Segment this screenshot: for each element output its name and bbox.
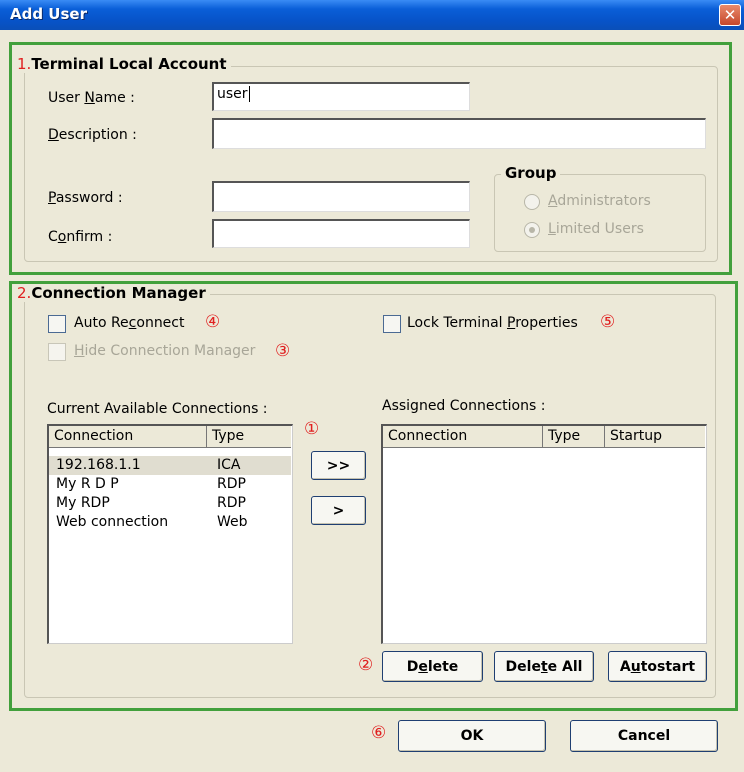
close-button[interactable]: ✕ — [719, 4, 741, 26]
available-connections-label: Current Available Connections : — [47, 401, 268, 417]
available-row-name: My R D P — [56, 476, 119, 492]
available-connections-list[interactable]: Connection Type 192.168.1.1 ICA My R D P… — [47, 424, 293, 644]
username-label: User Name : — [48, 90, 135, 106]
close-icon: ✕ — [723, 5, 737, 24]
radio-administrators-circle — [524, 194, 540, 210]
assigned-connections-label: Assigned Connections : — [382, 398, 546, 414]
lock-terminal-box — [383, 315, 401, 333]
delete-all-button[interactable]: Delete All — [494, 651, 594, 682]
terminal-section-title: 1.Terminal Local Account — [13, 55, 231, 73]
password-field[interactable] — [212, 181, 470, 212]
assigned-header-startup[interactable]: Startup — [605, 426, 705, 448]
username-value: user — [217, 86, 248, 102]
lock-terminal-checkbox[interactable]: Lock Terminal Properties — [383, 314, 603, 336]
transfer-buttons-marker: ① — [304, 419, 320, 439]
radio-limited-users-circle — [524, 222, 540, 238]
radio-administrators-label: Administrators — [548, 193, 651, 209]
connection-section-number: 2. — [17, 284, 32, 302]
confirm-label: Confirm : — [48, 229, 113, 245]
assigned-header-connection[interactable]: Connection — [383, 426, 543, 448]
cancel-button[interactable]: Cancel — [570, 720, 718, 752]
lock-terminal-marker: ⑤ — [600, 312, 616, 332]
autostart-button[interactable]: Autostart — [608, 651, 707, 682]
action-buttons-marker: ② — [358, 655, 374, 675]
hide-connection-manager-checkbox[interactable]: Hide Connection Manager — [48, 342, 278, 364]
lock-terminal-label: Lock Terminal Properties — [407, 315, 578, 331]
add-user-dialog: Add User ✕ 1.Terminal Local Account User… — [0, 0, 744, 772]
confirm-field[interactable] — [212, 219, 470, 248]
available-row-type: Web — [217, 514, 248, 530]
auto-reconnect-marker: ④ — [205, 312, 221, 332]
hide-connection-manager-label: Hide Connection Manager — [74, 343, 256, 359]
assigned-connections-list[interactable]: Connection Type Startup — [381, 424, 707, 644]
title-bar[interactable]: Add User ✕ — [0, 0, 744, 30]
ok-button[interactable]: OK — [398, 720, 546, 752]
delete-button[interactable]: Delete — [382, 651, 483, 682]
radio-limited-users[interactable]: Limited Users — [524, 220, 684, 240]
username-field[interactable]: user — [212, 82, 470, 111]
available-row-name: My RDP — [56, 495, 110, 511]
radio-selected-dot — [529, 227, 535, 233]
hide-connection-manager-marker: ③ — [275, 341, 291, 361]
available-row[interactable]: My RDP RDP — [49, 494, 291, 513]
available-header-connection[interactable]: Connection — [49, 426, 207, 448]
description-field[interactable] — [212, 118, 706, 149]
available-row[interactable]: Web connection Web — [49, 513, 291, 532]
description-label: Description : — [48, 127, 137, 143]
available-row-type: RDP — [217, 495, 246, 511]
hide-connection-manager-box — [48, 343, 66, 361]
radio-limited-users-label: Limited Users — [548, 221, 644, 237]
group-groupbox — [494, 174, 706, 252]
window-title: Add User — [10, 5, 87, 23]
available-row[interactable]: 192.168.1.1 ICA — [49, 456, 291, 475]
footer-marker: ⑥ — [371, 723, 387, 743]
password-label: Password : — [48, 190, 123, 206]
radio-administrators[interactable]: Administrators — [524, 192, 684, 212]
add-all-button[interactable]: >> — [311, 451, 366, 480]
group-title: Group — [501, 164, 561, 182]
available-row-name: Web connection — [56, 514, 169, 530]
terminal-section-number: 1. — [17, 55, 32, 73]
auto-reconnect-box — [48, 315, 66, 333]
available-header-type[interactable]: Type — [207, 426, 291, 448]
available-row[interactable]: My R D P RDP — [49, 475, 291, 494]
auto-reconnect-label: Auto Reconnect — [74, 315, 185, 331]
available-row-type: ICA — [217, 457, 241, 473]
auto-reconnect-checkbox[interactable]: Auto Reconnect — [48, 314, 208, 336]
add-one-button[interactable]: > — [311, 496, 366, 525]
assigned-header-type[interactable]: Type — [543, 426, 605, 448]
available-row-type: RDP — [217, 476, 246, 492]
connection-section-title: 2.Connection Manager — [13, 284, 210, 302]
available-row-name: 192.168.1.1 — [56, 457, 141, 473]
